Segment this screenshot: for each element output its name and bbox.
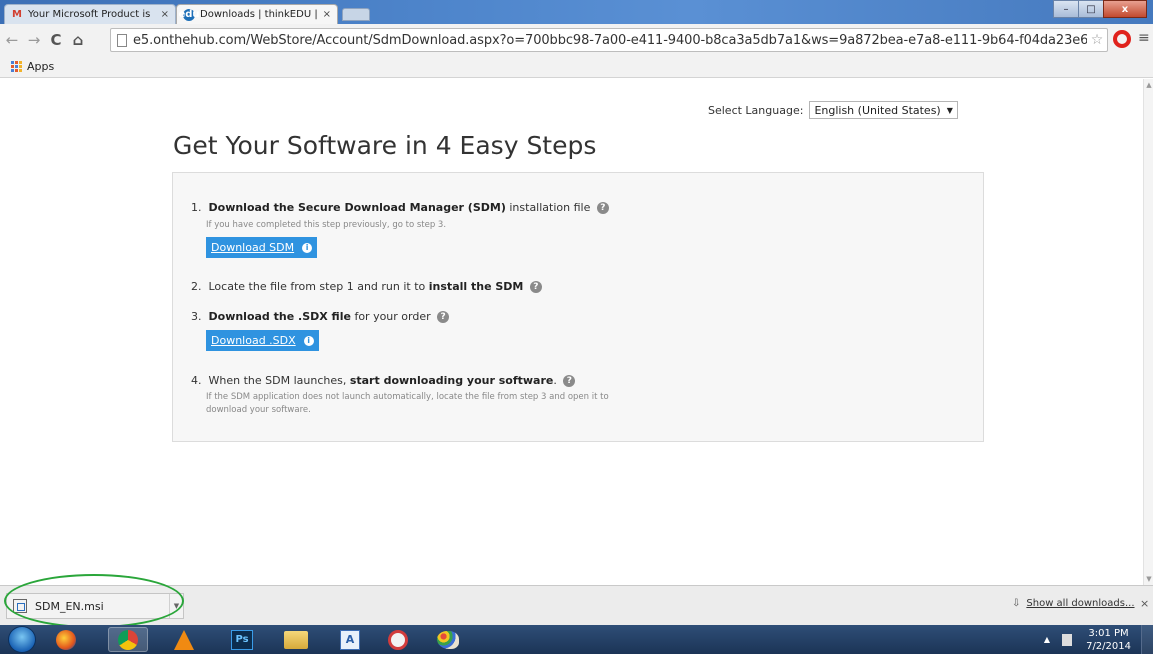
- clock[interactable]: 3:01 PM 7/2/2014: [1086, 627, 1131, 653]
- step-bold-text: Download the Secure Download Manager (SD…: [208, 201, 506, 214]
- photoshop-icon[interactable]: Ps: [222, 627, 262, 652]
- page-content: Select Language: English (United States)…: [0, 79, 1143, 585]
- download-sdm-button[interactable]: Download SDM i: [206, 237, 318, 258]
- bookmark-star-icon[interactable]: ☆: [1087, 32, 1107, 48]
- opera-extension-icon[interactable]: [1113, 30, 1131, 48]
- clock-date: 7/2/2014: [1086, 640, 1131, 652]
- tab-title: Downloads | thinkEDU | A: [200, 9, 319, 20]
- step-text: Locate the file from step 1 and run it t…: [208, 280, 429, 293]
- step-4-hint: If the SDM application does not launch a…: [206, 392, 609, 415]
- thinkedu-icon: edu: [178, 8, 200, 21]
- step-bold-text: install the SDM: [428, 280, 524, 293]
- page-icon: [117, 33, 127, 47]
- browser-toolbar: ← → C ⌂ e5.onthehub.com/WebStore/Account…: [0, 24, 1153, 56]
- chrome-icon[interactable]: [108, 627, 148, 652]
- home-icon[interactable]: ⌂: [68, 28, 88, 52]
- paint-icon[interactable]: [428, 627, 468, 652]
- forward-icon[interactable]: →: [24, 28, 44, 52]
- tab-close-icon[interactable]: ×: [323, 9, 331, 20]
- step-bold-text: start downloading your software: [349, 374, 554, 387]
- step-number: 1.: [191, 201, 202, 214]
- scroll-up-icon[interactable]: ▲: [1145, 81, 1153, 89]
- chrome-menu-icon[interactable]: ≡: [1138, 31, 1150, 45]
- maximize-button[interactable]: □: [1078, 0, 1104, 18]
- vlc-icon[interactable]: [164, 627, 204, 652]
- steps-panel: 1. Download the Secure Download Manager …: [172, 172, 984, 442]
- new-tab-button[interactable]: [342, 8, 370, 21]
- tab-title: Your Microsoft Product is: [28, 9, 151, 20]
- windows-taskbar: Ps A ▲ 3:01 PM 7/2/2014: [0, 625, 1153, 654]
- window-controls: – □ x: [1053, 0, 1147, 18]
- scroll-down-icon[interactable]: ▼: [1145, 575, 1153, 583]
- reload-icon[interactable]: C: [46, 28, 66, 52]
- step-text-end: .: [553, 374, 557, 387]
- start-button[interactable]: [8, 626, 36, 653]
- system-tray: ▲ 3:01 PM 7/2/2014: [1044, 625, 1153, 654]
- step-text: for your order: [350, 310, 431, 323]
- download-sdx-button[interactable]: Download .SDX i: [206, 330, 319, 351]
- info-icon: i: [303, 335, 314, 346]
- close-shelf-icon[interactable]: ×: [1140, 597, 1149, 610]
- button-label: Download SDM: [211, 241, 295, 254]
- explorer-icon[interactable]: [276, 627, 316, 652]
- language-label: Select Language:: [708, 103, 804, 117]
- help-icon[interactable]: ?: [563, 375, 576, 387]
- step-1-hint: If you have completed this step previous…: [206, 220, 447, 230]
- step-bold-text: Download the .SDX file: [208, 310, 351, 323]
- show-hidden-icons-icon[interactable]: ▲: [1044, 635, 1050, 644]
- step-4: 4. When the SDM launches, start download…: [191, 374, 576, 387]
- help-icon[interactable]: ?: [437, 311, 450, 323]
- tab-close-icon[interactable]: ×: [161, 9, 169, 20]
- wordpad-icon[interactable]: A: [330, 627, 370, 652]
- clock-time: 3:01 PM: [1088, 627, 1129, 639]
- step-number: 4.: [191, 374, 202, 387]
- step-1: 1. Download the Secure Download Manager …: [191, 201, 609, 214]
- info-icon: i: [302, 242, 313, 253]
- language-selector-row: Select Language: English (United States)…: [708, 101, 958, 119]
- language-select[interactable]: English (United States) ▼: [809, 101, 958, 119]
- back-icon[interactable]: ←: [2, 28, 22, 52]
- browser-title-bar: M Your Microsoft Product is × edu Downlo…: [0, 0, 1153, 24]
- download-arrow-icon: ⇩: [1012, 598, 1021, 609]
- page-title: Get Your Software in 4 Easy Steps: [173, 131, 597, 160]
- show-all-downloads-link[interactable]: ⇩ Show all downloads...: [1012, 598, 1135, 609]
- step-number: 2.: [191, 280, 202, 293]
- gmail-icon: M: [12, 9, 22, 20]
- step-text: When the SDM launches,: [208, 374, 350, 387]
- tab-downloads-thinkedu[interactable]: edu Downloads | thinkEDU | A ×: [176, 4, 338, 24]
- tab-gmail[interactable]: M Your Microsoft Product is ×: [4, 4, 176, 24]
- firefox-icon[interactable]: [46, 627, 86, 652]
- url-text: e5.onthehub.com/WebStore/Account/SdmDown…: [133, 32, 1087, 48]
- address-bar[interactable]: e5.onthehub.com/WebStore/Account/SdmDown…: [110, 28, 1108, 52]
- language-value: English (United States): [814, 103, 941, 117]
- show-all-label: Show all downloads...: [1026, 598, 1135, 609]
- apps-grid-icon: [11, 60, 23, 73]
- step-text: installation file: [505, 201, 591, 214]
- bookmarks-bar: Apps: [0, 56, 1153, 78]
- help-icon[interactable]: ?: [596, 202, 609, 214]
- step-number: 3.: [191, 310, 202, 323]
- help-icon[interactable]: ?: [529, 281, 542, 293]
- action-center-flag-icon[interactable]: [1062, 633, 1073, 646]
- close-window-button[interactable]: x: [1103, 0, 1147, 18]
- highlight-annotation-ring: [4, 574, 184, 628]
- apps-bookmark[interactable]: Apps: [27, 60, 54, 73]
- button-label: Download .SDX: [211, 334, 296, 347]
- snipping-tool-icon[interactable]: [378, 627, 418, 652]
- show-desktop-button[interactable]: [1141, 625, 1153, 654]
- page-scrollbar[interactable]: ▲ ▼: [1143, 79, 1153, 585]
- minimize-button[interactable]: –: [1053, 0, 1079, 18]
- step-2: 2. Locate the file from step 1 and run i…: [191, 280, 542, 293]
- dropdown-arrow-icon: ▼: [946, 105, 953, 115]
- step-3: 3. Download the .SDX file for your order…: [191, 310, 450, 323]
